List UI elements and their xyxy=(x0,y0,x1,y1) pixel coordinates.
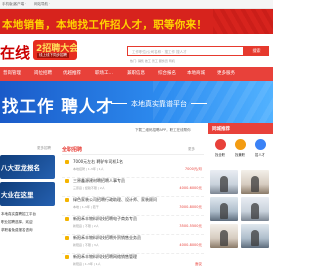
featured-photo[interactable] xyxy=(241,197,269,221)
section-more-link[interactable]: 更多 xyxy=(188,147,195,152)
job-fair-badge[interactable]: 2招聘大会 线上线下同步招聘 xyxy=(33,40,77,60)
hot-keywords[interactable]: 热门: 销售 技工 普工 服务员 司机 xyxy=(130,59,175,63)
job-salary: 3000-8000元 xyxy=(179,205,202,209)
job-tag-icon xyxy=(65,160,69,164)
nav-item[interactable]: 岗位招聘 xyxy=(34,67,52,81)
job-tag-icon xyxy=(65,255,69,259)
nav-item[interactable]: 更多服务 xyxy=(217,67,235,81)
right-panel-title: 同城推荐 xyxy=(212,127,230,132)
job-salary: 4000-8000元 xyxy=(179,243,202,247)
left-info-text: 职业招聘选择，欢迎 xyxy=(1,220,33,224)
site-nav-link[interactable]: 网站导航 · xyxy=(34,2,50,7)
job-tag-icon xyxy=(65,217,69,221)
job-title[interactable]: 7000元左右 聘驴车司机1名 xyxy=(73,159,123,165)
quick-link-label: 找全职 xyxy=(215,153,225,157)
promo-title: 八大亚龙报名 xyxy=(1,164,40,172)
job-meta: 本地 | 1-3年 | 若干 xyxy=(73,205,99,209)
featured-photo[interactable] xyxy=(210,224,238,248)
promo-banner-1[interactable]: 八大亚龙报名 xyxy=(0,155,55,179)
job-meta: 本地招聘 | 1-3年 | 1人 xyxy=(73,167,104,171)
quick-link-label: 找兼职 xyxy=(235,153,245,157)
badge-subtitle: 线上线下同步招聘 xyxy=(37,53,69,58)
hero-title: 找工作 聘人才 xyxy=(2,97,114,116)
quick-link-hire[interactable]: 招人才 xyxy=(252,139,268,157)
quick-link-parttime[interactable]: 找兼职 xyxy=(232,139,248,157)
nav-item[interactable]: 普岗管理 xyxy=(3,67,21,81)
person-figure xyxy=(220,203,228,219)
briefcase-icon xyxy=(214,139,226,150)
search-button[interactable]: 搜索 xyxy=(244,46,269,56)
job-meta: 新阳县 | 1-3年 | 1人 xyxy=(73,262,101,266)
nav-item[interactable]: 本地商城 xyxy=(187,67,205,81)
person-figure xyxy=(251,176,259,192)
job-meta: 三原县 | 经验不限 | 2人 xyxy=(73,186,105,190)
person-figure xyxy=(220,176,228,192)
job-meta: 新阳县 | 不限 | 3人 xyxy=(73,243,99,247)
job-salary: 4000-6000元 xyxy=(179,186,202,190)
top-utility-bar: 手机版|客户端 · 网站导航 · xyxy=(0,0,273,9)
job-tag-icon xyxy=(65,198,69,202)
left-info-text: 本地真实直聘招工平台 xyxy=(1,212,36,216)
nav-item[interactable]: 优越推荐 xyxy=(63,67,81,81)
site-header: 在线 2招聘大会 线上线下同步招聘 工作职位/公司名称 · 搜工作 搜人才 搜索… xyxy=(0,34,273,67)
job-title[interactable]: 新阳禾丰物料科技招聘网络销售管理 xyxy=(73,254,137,260)
promo-title: 大业在这里 xyxy=(1,191,34,199)
right-panel-header: 同城推荐 xyxy=(208,123,273,134)
job-title[interactable]: 绿色家装公司招聘行政助理、设计师、家装顾问 xyxy=(73,197,157,203)
promo-banner-2[interactable]: 大业在这里 xyxy=(0,182,55,206)
featured-photo[interactable] xyxy=(210,170,238,194)
main-nav: 普岗管理 岗位招聘 优越推荐 职场工… 兼职信息 综合报名 本地商城 更多服务 xyxy=(0,67,273,81)
hero-banner[interactable]: 找工作 聘人才 本地真实靠谱平台 xyxy=(0,81,273,123)
nav-item[interactable]: 兼职信息 xyxy=(127,67,145,81)
job-meta: 新阳县 | 不限 | 2人 xyxy=(73,224,99,228)
featured-photo[interactable] xyxy=(241,224,269,248)
person-figure xyxy=(220,230,228,246)
left-info-text: 求职者免费报名咨询 xyxy=(1,228,33,232)
site-logo[interactable]: 在线 xyxy=(0,42,30,63)
nav-item[interactable]: 综合报名 xyxy=(158,67,176,81)
banner-slogan: 本地销售，本地找工作招人才，职等你来！ xyxy=(2,19,208,31)
job-title[interactable]: 三原鑫源建材聘招聘人事专员 xyxy=(73,178,125,184)
clock-icon xyxy=(234,139,246,150)
job-salary: 3500-5500元 xyxy=(179,224,202,228)
job-salary: 面议 xyxy=(195,262,202,266)
job-row[interactable]: 新阳禾丰物料科技招聘网络销售管理 新阳县 | 1-3年 | 1人 面议 xyxy=(62,251,204,269)
job-title[interactable]: 新阳禾丰物料科技招聘电子商务专员 xyxy=(73,216,137,222)
left-more-link[interactable]: 更多招聘 xyxy=(37,146,51,151)
quick-link-fulltime[interactable]: 找全职 xyxy=(212,139,228,157)
person-figure xyxy=(251,203,259,219)
mobile-link[interactable]: 手机版|客户端 · xyxy=(2,2,26,7)
job-salary: 7000元/月 xyxy=(184,167,202,171)
banner-decoration xyxy=(213,9,273,34)
user-icon xyxy=(254,139,266,150)
quick-link-label: 招人才 xyxy=(255,153,265,157)
search-input[interactable]: 工作职位/公司名称 · 搜工作 搜人才 xyxy=(127,46,244,56)
job-tag-icon xyxy=(65,179,69,183)
job-title[interactable]: 新阳禾丰物料科技招聘外贸销售业务员 xyxy=(73,235,141,241)
section-divider xyxy=(62,154,204,155)
featured-photo[interactable] xyxy=(210,197,238,221)
section-title[interactable]: 全职招聘 xyxy=(62,146,82,153)
search-placeholder: 工作职位/公司名称 · 搜工作 搜人才 xyxy=(132,50,187,54)
featured-photo[interactable] xyxy=(241,170,269,194)
slogan-banner: 本地销售，本地找工作招人才，职等你来！ xyxy=(0,9,273,34)
hero-subtitle: 本地真实靠谱平台 xyxy=(111,100,207,108)
nav-item[interactable]: 职场工… xyxy=(95,67,113,81)
job-tag-icon xyxy=(65,236,69,240)
app-download-link[interactable]: 下载二维码招聘APP，职工在线帮你 xyxy=(135,128,191,133)
person-figure xyxy=(251,230,259,246)
